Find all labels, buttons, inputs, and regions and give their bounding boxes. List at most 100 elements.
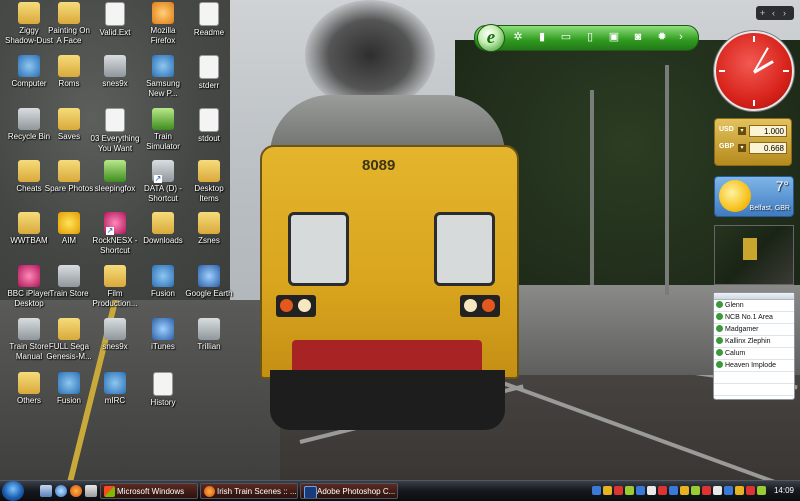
desktop-icon-label: Trillian	[197, 342, 221, 351]
folder-icon	[104, 265, 126, 287]
desktop-icon[interactable]: mIRC	[88, 372, 142, 406]
tray-icon[interactable]	[603, 486, 612, 495]
desktop-icon[interactable]: 03 Everything You Want	[88, 108, 142, 154]
currency-value-input[interactable]: 0.668	[749, 142, 787, 154]
desktop-icon[interactable]: Google Earth	[182, 265, 236, 299]
currency-value-input[interactable]: 1.000	[749, 125, 787, 137]
desktop-icon[interactable]: sleepingfox	[88, 160, 142, 194]
tray-icon[interactable]	[757, 486, 766, 495]
train-window-left	[288, 212, 349, 286]
contact-item[interactable]: Madgamer	[714, 324, 794, 336]
sidebar-prev-button[interactable]: ‹	[772, 6, 775, 20]
desktop-icon[interactable]: Trillian	[182, 318, 236, 352]
gear-icon[interactable]: ✹	[655, 30, 669, 44]
toolbar-logo[interactable]: e	[477, 24, 505, 52]
train-undercarriage	[270, 370, 505, 430]
desktop-icon[interactable]: Zsnes	[182, 212, 236, 246]
folder-icon	[18, 2, 40, 24]
contact-item[interactable]	[714, 372, 794, 384]
sidebar-next-button[interactable]: ›	[783, 6, 786, 20]
padlock-icon[interactable]: ◙	[631, 30, 645, 44]
slideshow-image	[743, 238, 757, 260]
desktop-icon[interactable]: Valid.Ext	[88, 2, 142, 38]
tray-icon[interactable]	[680, 486, 689, 495]
contact-name: Kallinx Zlephin	[725, 338, 771, 345]
show-desktop-icon[interactable]	[40, 485, 52, 497]
audio-file-icon	[105, 108, 125, 132]
taskbar-button-firefox[interactable]: Irish Train Scenes :: ...	[200, 483, 298, 499]
contact-item[interactable]: Glenn	[714, 300, 794, 312]
contacts-header	[714, 293, 794, 300]
document-icon	[199, 2, 219, 26]
desktop-icon-label: snes9x	[102, 79, 128, 88]
desktop-icon[interactable]: stdout	[182, 108, 236, 144]
desktop-icon[interactable]: stderr	[182, 55, 236, 91]
gadget-toolbar[interactable]: e ✲ ▮ ▭ ▯ ▣ ◙ ✹ ›	[474, 24, 699, 52]
desktop-icon-label: snes9x	[102, 342, 128, 351]
tray-icon[interactable]	[625, 486, 634, 495]
tray-icon[interactable]	[724, 486, 733, 495]
contact-item[interactable]: Calum	[714, 348, 794, 360]
tray-icon[interactable]	[647, 486, 656, 495]
document-icon	[153, 372, 173, 396]
weather-gadget[interactable]: 7° Belfast, GBR	[714, 176, 794, 217]
desktop-icon[interactable]: snes9x	[88, 55, 142, 89]
flash-drive-icon[interactable]: ▯	[583, 30, 597, 44]
switch-windows-icon[interactable]	[85, 485, 97, 497]
folder-icon	[58, 55, 80, 77]
taskbar-button-photoshop[interactable]: Adobe Photoshop C...	[300, 483, 398, 499]
firefox-icon	[204, 486, 215, 497]
desktop-icon[interactable]: Readme	[182, 2, 236, 38]
tray-icon[interactable]	[702, 486, 711, 495]
tray-icon[interactable]	[669, 486, 678, 495]
taskbar-clock[interactable]: 14:09	[774, 481, 794, 501]
contact-item[interactable]	[714, 384, 794, 396]
currency-dropdown-icon[interactable]: ▾	[738, 127, 746, 135]
sidebar-add-button[interactable]: +	[760, 6, 765, 20]
contact-status-icon	[716, 349, 723, 356]
contact-status-icon	[716, 337, 723, 344]
contact-item[interactable]: NCB No.1 Area	[714, 312, 794, 324]
slideshow-gadget[interactable]	[714, 225, 794, 285]
desktop-icon[interactable]: History	[136, 372, 190, 408]
google-earth-icon	[198, 265, 220, 287]
smoke-plume	[305, 0, 435, 110]
taskbar-button-label: Adobe Photoshop C...	[317, 487, 396, 496]
currency-dropdown-icon[interactable]: ▾	[738, 144, 746, 152]
desktop-icon[interactable]: Desktop Items	[182, 160, 236, 204]
desktop-icon[interactable]: snes9x	[88, 318, 142, 352]
tray-icon[interactable]	[658, 486, 667, 495]
contacts-list: Glenn NCB No.1 Area Madgamer Kallinx Zlephi…	[714, 300, 794, 396]
tray-icon[interactable]	[636, 486, 645, 495]
drive-icon[interactable]: ▭	[559, 30, 573, 44]
desktop-icon-label: Film Production...	[92, 289, 138, 308]
tray-icon[interactable]	[746, 486, 755, 495]
contact-item[interactable]: Kallinx Zlephin	[714, 336, 794, 348]
lock-icon[interactable]: ▣	[607, 30, 621, 44]
taskbar-button-microsoft-windows[interactable]: Microsoft Windows	[100, 483, 198, 499]
tray-icon[interactable]	[592, 486, 601, 495]
desktop-icon[interactable]: Film Production...	[88, 265, 142, 309]
start-button[interactable]	[2, 481, 24, 501]
recycle-icon[interactable]: ✲	[511, 30, 525, 44]
clock-gadget[interactable]	[714, 31, 794, 111]
train-simulator-icon	[152, 108, 174, 130]
contact-item[interactable]: Heaven Implode	[714, 360, 794, 372]
tray-icon[interactable]	[713, 486, 722, 495]
tray-icon[interactable]	[614, 486, 623, 495]
firefox-icon[interactable]	[70, 485, 82, 497]
train-number: 8089	[362, 157, 396, 174]
internet-explorer-icon[interactable]	[55, 485, 67, 497]
tray-icon[interactable]	[691, 486, 700, 495]
battery-icon[interactable]: ▮	[535, 30, 549, 44]
taskbar-button-label: Irish Train Scenes :: ...	[217, 487, 297, 496]
headlight-right	[460, 295, 500, 317]
lamp-post	[665, 65, 669, 295]
desktop-icon[interactable]: RockNESX - Shortcut	[88, 212, 142, 256]
chevron-icon[interactable]: ›	[677, 30, 685, 44]
recycle-bin-icon	[18, 108, 40, 130]
currency-gadget[interactable]: USD ▾ 1.000 GBP ▾ 0.668	[714, 118, 792, 166]
currency-row: USD ▾ 1.000	[719, 125, 787, 139]
contacts-gadget[interactable]: Glenn NCB No.1 Area Madgamer Kallinx Zlephi…	[713, 292, 795, 400]
tray-icon[interactable]	[735, 486, 744, 495]
